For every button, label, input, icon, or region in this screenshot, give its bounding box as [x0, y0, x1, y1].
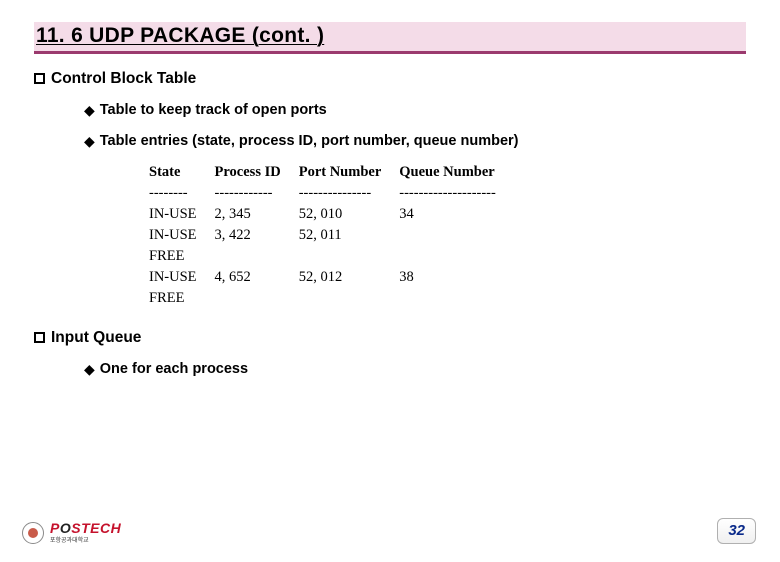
- bullet-item: ◆ Table entries (state, process ID, port…: [84, 133, 746, 150]
- cell: 3, 422: [215, 225, 299, 246]
- slide-title: 11. 6 UDP PACKAGE (cont. ): [36, 24, 324, 47]
- table-dash-row: -------- ------------ --------------- --…: [149, 183, 514, 204]
- logo-text: POSTECH 포항공과대학교: [50, 522, 121, 544]
- cell: IN-USE: [149, 267, 215, 288]
- cell: [399, 225, 514, 246]
- cell: --------------------: [399, 183, 514, 204]
- content: Control Block Table ◆ Table to keep trac…: [34, 70, 746, 378]
- cell: 34: [399, 204, 514, 225]
- cell: --------: [149, 183, 215, 204]
- page-number: 32: [728, 522, 745, 539]
- cell: [299, 288, 400, 309]
- cell: IN-USE: [149, 204, 215, 225]
- cell: IN-USE: [149, 225, 215, 246]
- title-bar: 11. 6 UDP PACKAGE (cont. ): [34, 22, 746, 54]
- page-number-box: 32: [717, 518, 756, 544]
- col-header-state: State: [149, 164, 215, 183]
- diamond-bullet-icon: ◆: [84, 133, 95, 150]
- bullet-item: ◆ Table to keep track of open ports: [84, 102, 746, 119]
- bullet-text: Table to keep track of open ports: [100, 102, 327, 118]
- cell: 52, 012: [299, 267, 400, 288]
- cell: 2, 345: [215, 204, 299, 225]
- bullet-text: One for each process: [100, 361, 248, 377]
- square-bullet-icon: [34, 73, 45, 84]
- table-header-row: State Process ID Port Number Queue Numbe…: [149, 164, 514, 183]
- diamond-bullet-icon: ◆: [84, 102, 95, 119]
- section-heading: Control Block Table: [51, 70, 196, 88]
- col-header-process-id: Process ID: [215, 164, 299, 183]
- table-row: IN-USE 4, 652 52, 012 38: [149, 267, 514, 288]
- cell: 52, 011: [299, 225, 400, 246]
- section-heading: Input Queue: [51, 329, 141, 347]
- col-header-queue-number: Queue Number: [399, 164, 514, 183]
- diamond-bullet-icon: ◆: [84, 361, 95, 378]
- cell: [399, 288, 514, 309]
- cell: [399, 246, 514, 267]
- seal-icon: [22, 522, 44, 544]
- col-header-port-number: Port Number: [299, 164, 400, 183]
- cell: ---------------: [299, 183, 400, 204]
- cell: 38: [399, 267, 514, 288]
- table-row: IN-USE 2, 345 52, 010 34: [149, 204, 514, 225]
- table-row: IN-USE 3, 422 52, 011: [149, 225, 514, 246]
- cell: FREE: [149, 288, 215, 309]
- bullet-text: Table entries (state, process ID, port n…: [100, 133, 519, 149]
- table-row: FREE: [149, 288, 514, 309]
- bullet-item: ◆ One for each process: [84, 361, 746, 378]
- postech-logo: POSTECH 포항공과대학교: [22, 522, 121, 544]
- square-bullet-icon: [34, 332, 45, 343]
- section-control-block-table: Control Block Table ◆ Table to keep trac…: [34, 70, 746, 309]
- cell: ------------: [215, 183, 299, 204]
- cell: FREE: [149, 246, 215, 267]
- section-input-queue: Input Queue ◆ One for each process: [34, 329, 746, 378]
- table-row: FREE: [149, 246, 514, 267]
- cell: [215, 246, 299, 267]
- cell: [299, 246, 400, 267]
- control-block-table: State Process ID Port Number Queue Numbe…: [149, 164, 514, 309]
- cell: 4, 652: [215, 267, 299, 288]
- cell: 52, 010: [299, 204, 400, 225]
- cell: [215, 288, 299, 309]
